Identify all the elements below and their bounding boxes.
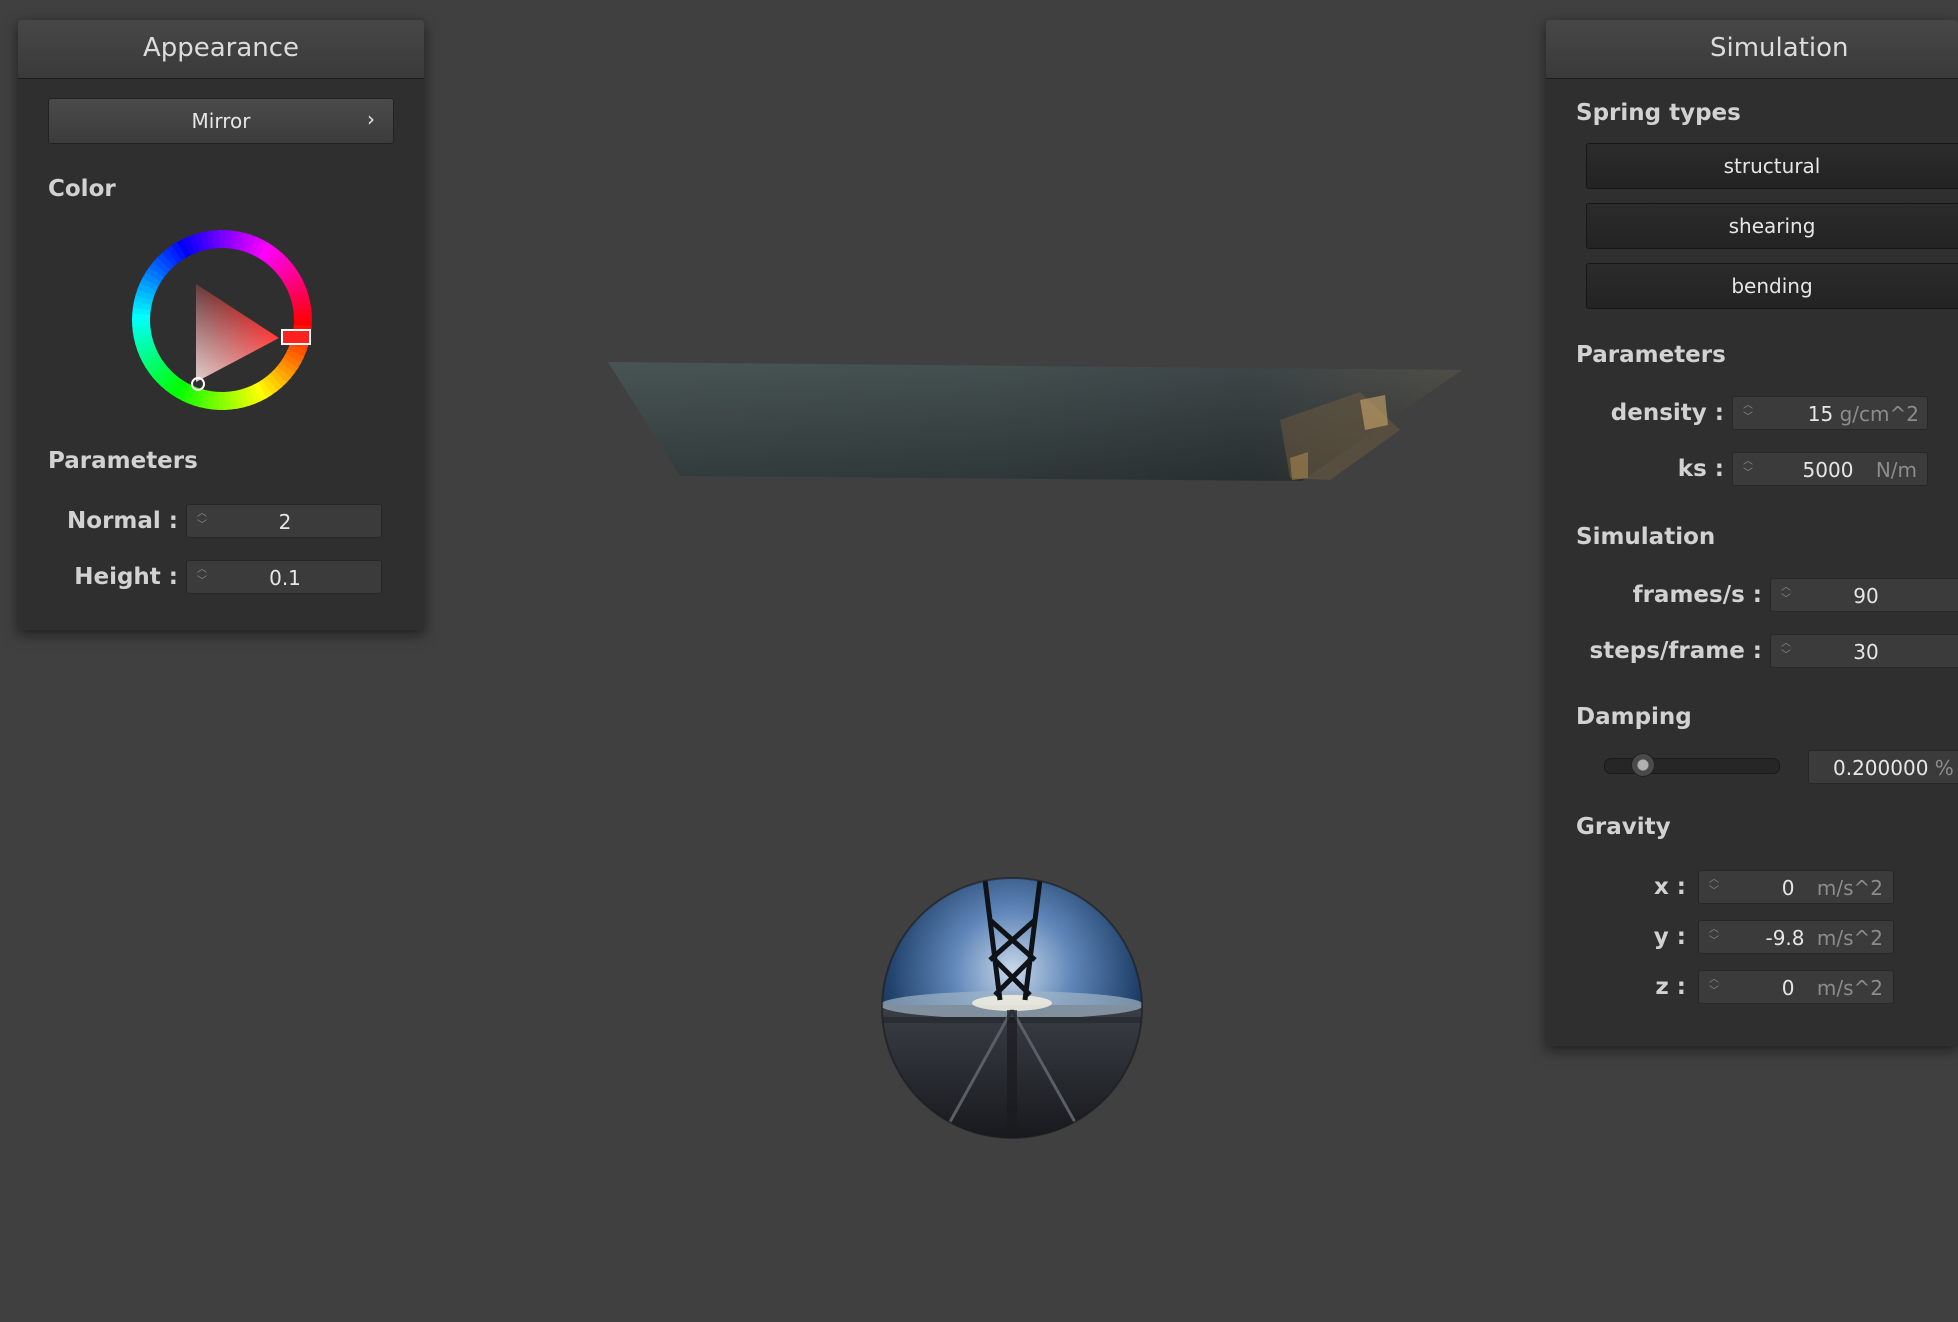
simulation-section-title: Simulation <box>1576 524 1716 550</box>
appearance-panel-title: Appearance <box>18 20 424 79</box>
spring-shearing-button[interactable]: shearing <box>1586 203 1958 249</box>
damping-slider-handle[interactable] <box>1631 753 1655 777</box>
fps-input[interactable]: ︿ ﹀ 90 <box>1770 578 1958 612</box>
gravity-x-input[interactable]: ︿ ﹀ 0 m/s^2 <box>1698 870 1894 904</box>
damping-value: 0.200000 <box>1833 756 1929 780</box>
hue-handle[interactable] <box>281 329 311 345</box>
simulation-panel: Simulation Spring types structural shear… <box>1546 20 1958 1046</box>
steps-input[interactable]: ︿ ﹀ 30 <box>1770 634 1958 668</box>
normal-label: Normal : <box>67 508 178 534</box>
gravity-z-value: 0 <box>1781 976 1795 1000</box>
chevron-right-icon: › <box>367 107 375 131</box>
density-unit: g/cm^2 <box>1839 402 1919 426</box>
ks-value: 5000 <box>1802 458 1854 482</box>
shader-select-button[interactable]: Mirror › <box>48 98 394 144</box>
fps-value: 90 <box>1853 584 1879 608</box>
damping-unit: % <box>1934 756 1954 780</box>
ks-unit: N/m <box>1875 458 1917 482</box>
gravity-title: Gravity <box>1576 814 1671 840</box>
damping-input[interactable]: 0.200000 % <box>1808 750 1958 784</box>
fps-label: frames/s : <box>1632 582 1762 608</box>
steps-label: steps/frame : <box>1589 638 1762 664</box>
density-label: density : <box>1610 400 1724 426</box>
simulation-parameters-title: Parameters <box>1576 342 1726 368</box>
spinner-icon[interactable]: ︿ ﹀ <box>1743 456 1755 480</box>
gravity-z-label: z : <box>1655 974 1686 1000</box>
normal-input[interactable]: ︿ ﹀ 2 <box>186 504 382 538</box>
spinner-icon[interactable]: ︿ ﹀ <box>1709 924 1721 948</box>
gravity-x-label: x : <box>1653 874 1686 900</box>
density-input[interactable]: ︿ ﹀ 15 g/cm^2 <box>1732 396 1928 430</box>
normal-value: 2 <box>278 510 292 534</box>
ks-label: ks : <box>1677 456 1724 482</box>
color-section-title: Color <box>48 176 116 202</box>
gravity-z-unit: m/s^2 <box>1816 976 1883 1000</box>
spinner-icon[interactable]: ︿ ﹀ <box>1709 974 1721 998</box>
gravity-x-value: 0 <box>1781 876 1795 900</box>
ks-input[interactable]: ︿ ﹀ 5000 N/m <box>1732 452 1928 486</box>
gravity-y-label: y : <box>1653 924 1686 950</box>
spring-structural-button[interactable]: structural <box>1586 143 1958 189</box>
simulation-panel-title: Simulation <box>1546 20 1958 79</box>
height-input[interactable]: ︿ ﹀ 0.1 <box>186 560 382 594</box>
spring-bending-button[interactable]: bending <box>1586 263 1958 309</box>
damping-slider[interactable] <box>1604 753 1780 777</box>
density-value: 15 <box>1807 402 1834 426</box>
appearance-parameters-title: Parameters <box>48 448 198 474</box>
color-wheel[interactable] <box>122 220 322 420</box>
appearance-panel: Appearance Mirror › Color Parameters Nor… <box>18 20 424 630</box>
gravity-z-input[interactable]: ︿ ﹀ 0 m/s^2 <box>1698 970 1894 1004</box>
gravity-y-unit: m/s^2 <box>1816 926 1883 950</box>
spinner-icon[interactable]: ︿ ﹀ <box>1709 874 1721 898</box>
steps-value: 30 <box>1853 640 1879 664</box>
gravity-y-input[interactable]: ︿ ﹀ -9.8 m/s^2 <box>1698 920 1894 954</box>
spring-types-title: Spring types <box>1576 100 1741 126</box>
damping-title: Damping <box>1576 704 1692 730</box>
height-value: 0.1 <box>269 566 301 590</box>
spinner-icon[interactable]: ︿ ﹀ <box>1743 400 1755 424</box>
gravity-y-value: -9.8 <box>1765 926 1805 950</box>
gravity-x-unit: m/s^2 <box>1816 876 1883 900</box>
height-label: Height : <box>74 564 178 590</box>
shader-select-label: Mirror <box>191 109 251 133</box>
